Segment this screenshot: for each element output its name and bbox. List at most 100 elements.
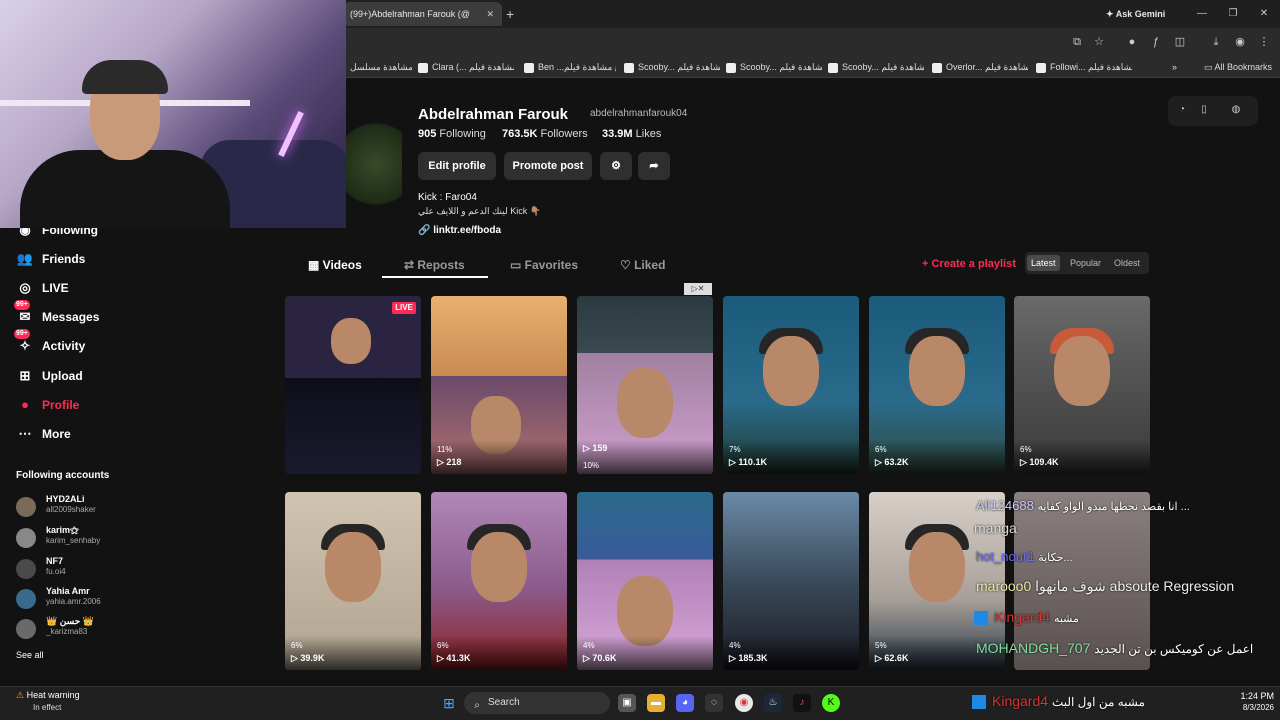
- install-icon[interactable]: ⧉: [1069, 34, 1085, 50]
- sidebar-item-friends[interactable]: 👥 Friends: [16, 248, 85, 270]
- webcam-overlay: [0, 0, 346, 228]
- sort-popular[interactable]: Popular: [1066, 255, 1105, 271]
- promote-post-button[interactable]: Promote post: [504, 152, 592, 180]
- sidebar-item-messages[interactable]: ✉ 99+ Messages: [14, 300, 99, 328]
- webcam-person-body: [20, 150, 230, 228]
- task-view-icon[interactable]: ▣: [618, 694, 636, 712]
- video-thumbnail[interactable]: 11% ▷ 218: [431, 296, 567, 474]
- puzzle-icon[interactable]: ◫: [1172, 34, 1188, 50]
- video-thumbnail[interactable]: 6% ▷ 63.2K: [869, 296, 1005, 474]
- following-account[interactable]: 👑 حسن 👑 _karizma83: [16, 616, 156, 642]
- tiktok-icon[interactable]: ♪: [793, 694, 811, 712]
- ask-gemini-button[interactable]: ✦ Ask Gemini: [1106, 6, 1178, 22]
- browser-tab[interactable]: (99+)Abdelrahman Farouk (@a ✕: [344, 2, 502, 26]
- settings-gear-icon[interactable]: ⚙: [600, 152, 632, 180]
- discord-icon[interactable]: ◕: [676, 694, 694, 712]
- bookmark-item[interactable]: Followi... مشاهدة فيلم: [1036, 59, 1132, 75]
- ad-close-icon[interactable]: ▷✕: [684, 283, 712, 295]
- create-playlist-button[interactable]: + Create a playlist: [922, 258, 1016, 270]
- profile-link[interactable]: 🔗 linktr.ee/fboda: [418, 225, 501, 236]
- bookmark-star-icon[interactable]: ☆: [1091, 34, 1107, 50]
- tab-videos[interactable]: ▦ Videos: [308, 258, 362, 272]
- all-bookmarks[interactable]: ▭ All Bookmarks: [1204, 59, 1276, 75]
- sidebar-item-live[interactable]: ◎ LIVE: [16, 277, 68, 299]
- ask-gemini-label: Ask Gemini: [1115, 9, 1166, 19]
- bookmark-item[interactable]: Clara (... مشاهدة فيلم: [418, 59, 514, 75]
- followers-stat[interactable]: 763.5K Followers: [502, 128, 588, 140]
- video-thumbnail[interactable]: [285, 296, 421, 474]
- close-tab-icon[interactable]: ✕: [486, 2, 494, 26]
- profile-avatar-icon[interactable]: ◉: [1232, 34, 1248, 50]
- profile-avatar[interactable]: [346, 106, 402, 222]
- extension-f-icon[interactable]: ƒ: [1148, 34, 1164, 50]
- new-tab-icon[interactable]: +: [506, 4, 518, 24]
- bookmark-item[interactable]: Scooby... مشاهدة فيلم: [726, 59, 822, 75]
- app-icon[interactable]: ◌: [705, 694, 723, 712]
- following-stat[interactable]: 905 Following: [418, 128, 486, 140]
- following-account[interactable]: NF7 fu.oi4: [16, 556, 156, 582]
- video-thumbnail[interactable]: 4% ▷ 185.3K: [723, 492, 859, 670]
- video-thumbnail[interactable]: 6% ▷ 109.4K: [1014, 296, 1150, 474]
- kick-icon[interactable]: K: [822, 694, 840, 712]
- see-all-link[interactable]: See all: [16, 650, 44, 660]
- maximize-icon[interactable]: ❐: [1225, 6, 1241, 22]
- favicon: [418, 62, 428, 73]
- download-icon[interactable]: ⤓: [1208, 34, 1224, 50]
- sort-latest[interactable]: Latest: [1027, 255, 1060, 271]
- avatar: [16, 619, 36, 639]
- video-thumbnail[interactable]: 4% ▷ 70.6K: [577, 492, 713, 670]
- close-window-icon[interactable]: ✕: [1256, 6, 1272, 22]
- chevron-right-icon[interactable]: »: [1172, 59, 1184, 75]
- extension-icon[interactable]: ●: [1124, 34, 1140, 50]
- avatar: [16, 559, 36, 579]
- chat-user-icon: [974, 611, 988, 626]
- video-percent: 6%: [1020, 445, 1032, 454]
- phone-icon[interactable]: ▯: [1194, 100, 1214, 120]
- windows-start-icon[interactable]: ⊞: [440, 694, 458, 712]
- bio-line: Kick : Faro04: [418, 192, 477, 203]
- edit-profile-button[interactable]: Edit profile: [418, 152, 496, 180]
- more-icon: ⋯: [18, 426, 32, 441]
- video-thumbnail[interactable]: ▷ 159 10%: [577, 296, 713, 474]
- tab-reposts[interactable]: ⇄ Reposts: [404, 258, 465, 272]
- weather-subtext: In effect: [33, 703, 62, 712]
- bookmark-item[interactable]: Ben ...ع مشاهدة فيلم: [524, 59, 616, 75]
- bookmark-item[interactable]: Scooby... مشاهدة فيلم: [624, 59, 720, 75]
- bookmark-item[interactable]: Scooby... مشاهدة فيلم: [828, 59, 924, 75]
- video-views: ▷ 62.6K: [875, 653, 909, 663]
- favicon: [828, 62, 838, 73]
- steam-icon[interactable]: ♨: [764, 694, 782, 712]
- favicon: [932, 62, 942, 73]
- sidebar-item-activity[interactable]: ✧ 99+ Activity: [14, 329, 85, 357]
- menu-icon[interactable]: ⋮: [1256, 34, 1272, 50]
- weather-widget[interactable]: ⚠ Heat warning: [16, 690, 80, 701]
- taskbar-time[interactable]: 1:24 PM: [1226, 691, 1274, 701]
- sidebar-item-profile[interactable]: ● Profile: [16, 394, 79, 416]
- video-thumbnail[interactable]: 6% ▷ 41.3K: [431, 492, 567, 670]
- file-explorer-icon[interactable]: ▬: [647, 694, 665, 712]
- taskbar-search[interactable]: Search: [464, 692, 610, 714]
- video-thumbnail[interactable]: 7% ▷ 110.1K: [723, 296, 859, 474]
- tab-favorites[interactable]: ▭ Favorites: [510, 258, 578, 272]
- sidebar-item-upload[interactable]: ⊞ Upload: [16, 365, 83, 387]
- chat-message: manga: [974, 520, 1017, 536]
- minimize-icon[interactable]: —: [1194, 6, 1210, 22]
- thumbnail-face: [617, 368, 673, 438]
- tab-liked[interactable]: ♡ Liked: [620, 258, 665, 272]
- account-avatar-icon[interactable]: ◍: [1226, 100, 1246, 120]
- circle-tool-icon[interactable]: ◔: [1172, 100, 1192, 120]
- sidebar-item-more[interactable]: ⋯ More: [16, 423, 71, 445]
- thumbnail-face: [763, 336, 819, 406]
- chrome-icon[interactable]: ◉: [735, 694, 753, 712]
- bookmark-item[interactable]: مشاهدة مسلسل ...: [350, 59, 412, 75]
- activity-badge: 99+: [14, 329, 30, 339]
- chat-message: hot_nour1 حكاية...: [976, 549, 1073, 564]
- sort-oldest[interactable]: Oldest: [1110, 255, 1144, 271]
- share-icon[interactable]: ➦: [638, 152, 670, 180]
- chat-message: Kingard4 مشبه: [974, 609, 1079, 626]
- following-account[interactable]: karim⚝ karim_senhaby: [16, 525, 156, 551]
- following-account[interactable]: Yahia Amr yahia.amr.2006: [16, 586, 156, 612]
- bookmark-item[interactable]: Overlor... مشاهدة فيلم: [932, 59, 1028, 75]
- following-account[interactable]: HYD2ALi all2009shaker: [16, 494, 156, 520]
- video-thumbnail[interactable]: 6% ▷ 39.9K: [285, 492, 421, 670]
